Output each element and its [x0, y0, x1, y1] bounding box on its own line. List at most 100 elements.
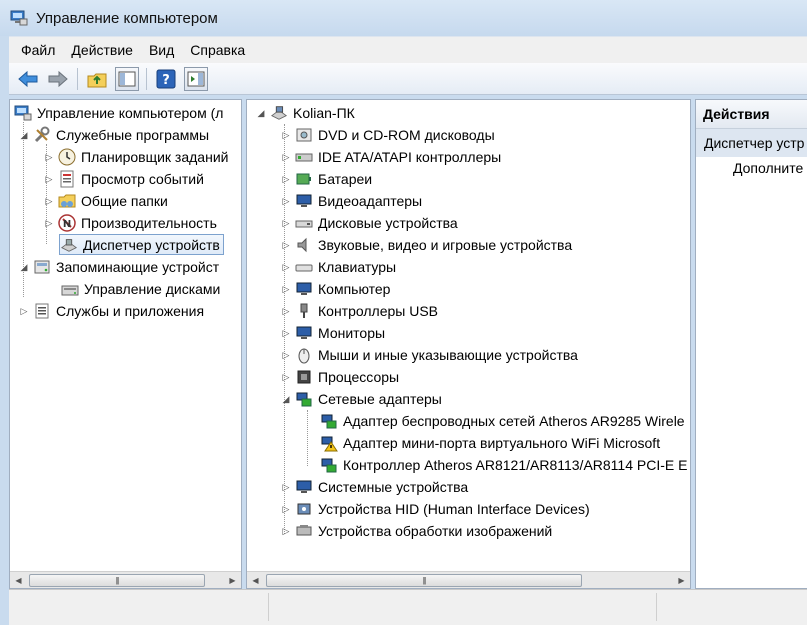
device-tree-root[interactable]: ◢ Kolian-ПК — [255, 102, 355, 124]
device-category-item[interactable]: ▷ Видеоадаптеры — [280, 190, 423, 212]
device-label: Видеоадаптеры — [318, 193, 423, 209]
collapsed-triangle-icon[interactable]: ▷ — [43, 173, 55, 185]
expanded-triangle-icon[interactable]: ◢ — [18, 261, 30, 273]
device-category-icon — [295, 280, 313, 298]
device-category-item[interactable]: ▷ DVD и CD-ROM дисководы — [280, 124, 495, 146]
network-adapter-item[interactable]: Адаптер беспроводных сетей Atheros AR928… — [320, 410, 685, 432]
scroll-left-arrow-icon[interactable]: ◀ — [247, 572, 264, 589]
scrollbar-thumb[interactable]: ||| — [29, 574, 205, 587]
tree-item-services[interactable]: ▷ Службы и приложения — [18, 300, 205, 322]
action-pane-icon[interactable] — [184, 66, 208, 91]
device-category-icon — [295, 236, 313, 254]
scroll-right-arrow-icon[interactable]: ▶ — [224, 572, 241, 589]
shared-folder-icon — [58, 192, 76, 210]
device-label: Адаптер мини-порта виртуального WiFi Mic… — [343, 435, 661, 451]
collapsed-triangle-icon[interactable]: ▷ — [43, 151, 55, 163]
device-label: Звуковые, видео и игровые устройства — [318, 237, 573, 253]
device-category-item[interactable]: ◢ Сетевые адаптеры — [280, 388, 442, 410]
collapsed-triangle-icon[interactable]: ▷ — [280, 305, 292, 317]
tree-line — [307, 410, 308, 466]
tree-item-utilities[interactable]: ◢ Служебные программы — [18, 124, 209, 146]
device-label: Компьютер — [318, 281, 391, 297]
device-category-item[interactable]: ▷ Устройства HID (Human Interface Devices… — [280, 498, 590, 520]
actions-selected-item[interactable]: Диспетчер устр — [696, 129, 807, 157]
menu-view[interactable]: Вид — [143, 42, 180, 58]
tree-item-performance[interactable]: ▷ N Производительность — [43, 212, 217, 234]
collapsed-triangle-icon[interactable]: ▷ — [280, 371, 292, 383]
tree-item-label: Запоминающие устройст — [56, 259, 220, 275]
back-arrow-icon[interactable] — [16, 67, 40, 91]
up-folder-icon[interactable] — [85, 67, 109, 91]
svg-text:N: N — [63, 219, 71, 230]
collapsed-triangle-icon[interactable]: ▷ — [43, 217, 55, 229]
middle-horizontal-scrollbar[interactable]: ◀ ||| ▶ — [247, 571, 690, 588]
device-category-item[interactable]: ▷ Устройства обработки изображений — [280, 520, 553, 542]
computer-management-icon — [10, 10, 28, 26]
device-tree-pane: ◢ Kolian-ПК ▷ DVD и CD-ROM дисководы ▷ IDE … — [246, 99, 691, 589]
device-category-item[interactable]: ▷ Процессоры — [280, 366, 400, 388]
forward-arrow-icon[interactable] — [46, 67, 70, 91]
collapsed-triangle-icon[interactable]: ▷ — [280, 217, 292, 229]
help-icon[interactable]: ? — [154, 67, 178, 91]
clock-icon — [58, 148, 76, 166]
collapsed-triangle-icon[interactable]: ▷ — [280, 195, 292, 207]
device-label: Сетевые адаптеры — [318, 391, 442, 407]
collapsed-triangle-icon[interactable]: ▷ — [280, 261, 292, 273]
menu-help[interactable]: Справка — [184, 42, 251, 58]
device-category-item[interactable]: ▷ Батареи — [280, 168, 373, 190]
actions-more-link[interactable]: Дополните — [733, 160, 803, 176]
device-category-icon — [295, 500, 313, 518]
device-tree-root-label: Kolian-ПК — [293, 105, 355, 121]
expanded-triangle-icon[interactable]: ◢ — [18, 129, 30, 141]
device-category-item[interactable]: ▷ Мониторы — [280, 322, 386, 344]
device-category-icon — [295, 302, 313, 320]
tree-item-root[interactable]: Управление компьютером (л — [14, 102, 223, 124]
disk-management-icon — [61, 280, 79, 298]
scroll-right-arrow-icon[interactable]: ▶ — [673, 572, 690, 589]
menu-action[interactable]: Действие — [65, 42, 139, 58]
tree-item-event-viewer[interactable]: ▷ Просмотр событий — [43, 168, 204, 190]
device-label: Мыши и иные указывающие устройства — [318, 347, 578, 363]
device-label: Процессоры — [318, 369, 400, 385]
tree-item-storage[interactable]: ◢ Запоминающие устройст — [18, 256, 220, 278]
status-segment — [9, 593, 269, 621]
tree-item-device-manager[interactable]: Диспетчер устройств — [59, 234, 224, 255]
expanded-triangle-icon[interactable]: ◢ — [255, 107, 267, 119]
network-adapter-item[interactable]: Адаптер мини-порта виртуального WiFi Mic… — [320, 432, 660, 454]
tree-item-task-scheduler[interactable]: ▷ Планировщик заданий — [43, 146, 228, 168]
collapsed-triangle-icon[interactable]: ▷ — [18, 305, 30, 317]
collapsed-triangle-icon[interactable]: ▷ — [280, 129, 292, 141]
collapsed-triangle-icon[interactable]: ▷ — [280, 283, 292, 295]
device-category-icon — [320, 412, 338, 430]
collapsed-triangle-icon[interactable]: ▷ — [280, 151, 292, 163]
tree-item-shared-folders[interactable]: ▷ Общие папки — [43, 190, 168, 212]
collapsed-triangle-icon[interactable]: ▷ — [280, 349, 292, 361]
device-category-item[interactable]: ▷ IDE ATA/ATAPI контроллеры — [280, 146, 502, 168]
collapsed-triangle-icon[interactable]: ▷ — [43, 195, 55, 207]
tree-item-disk-management[interactable]: Управление дисками — [61, 278, 220, 300]
menu-file[interactable]: Файл — [15, 42, 61, 58]
scroll-left-arrow-icon[interactable]: ◀ — [10, 572, 27, 589]
collapsed-triangle-icon[interactable]: ▷ — [280, 173, 292, 185]
device-label: Системные устройства — [318, 479, 469, 495]
network-adapter-item[interactable]: Контроллер Atheros AR8121/AR8113/AR8114 … — [320, 454, 687, 476]
collapsed-triangle-icon[interactable]: ▷ — [280, 239, 292, 251]
device-category-icon — [295, 126, 313, 144]
device-category-item[interactable]: ▷ Компьютер — [280, 278, 391, 300]
collapsed-triangle-icon[interactable]: ▷ — [280, 525, 292, 537]
device-category-item[interactable]: ▷ Дисковые устройства — [280, 212, 458, 234]
console-tree-icon[interactable] — [115, 66, 139, 91]
device-label: Клавиатуры — [318, 259, 397, 275]
device-category-item[interactable]: ▷ Мыши и иные указывающие устройства — [280, 344, 578, 366]
device-category-item[interactable]: ▷ Системные устройства — [280, 476, 469, 498]
scrollbar-thumb[interactable]: ||| — [266, 574, 582, 587]
device-category-item[interactable]: ▷ Контроллеры USB — [280, 300, 438, 322]
device-category-item[interactable]: ▷ Клавиатуры — [280, 256, 397, 278]
tree-item-label: Службы и приложения — [56, 303, 205, 319]
left-horizontal-scrollbar[interactable]: ◀ ||| ▶ — [10, 571, 241, 588]
collapsed-triangle-icon[interactable]: ▷ — [280, 327, 292, 339]
expanded-triangle-icon[interactable]: ◢ — [280, 393, 292, 405]
collapsed-triangle-icon[interactable]: ▷ — [280, 503, 292, 515]
device-category-item[interactable]: ▷ Звуковые, видео и игровые устройства — [280, 234, 573, 256]
collapsed-triangle-icon[interactable]: ▷ — [280, 481, 292, 493]
